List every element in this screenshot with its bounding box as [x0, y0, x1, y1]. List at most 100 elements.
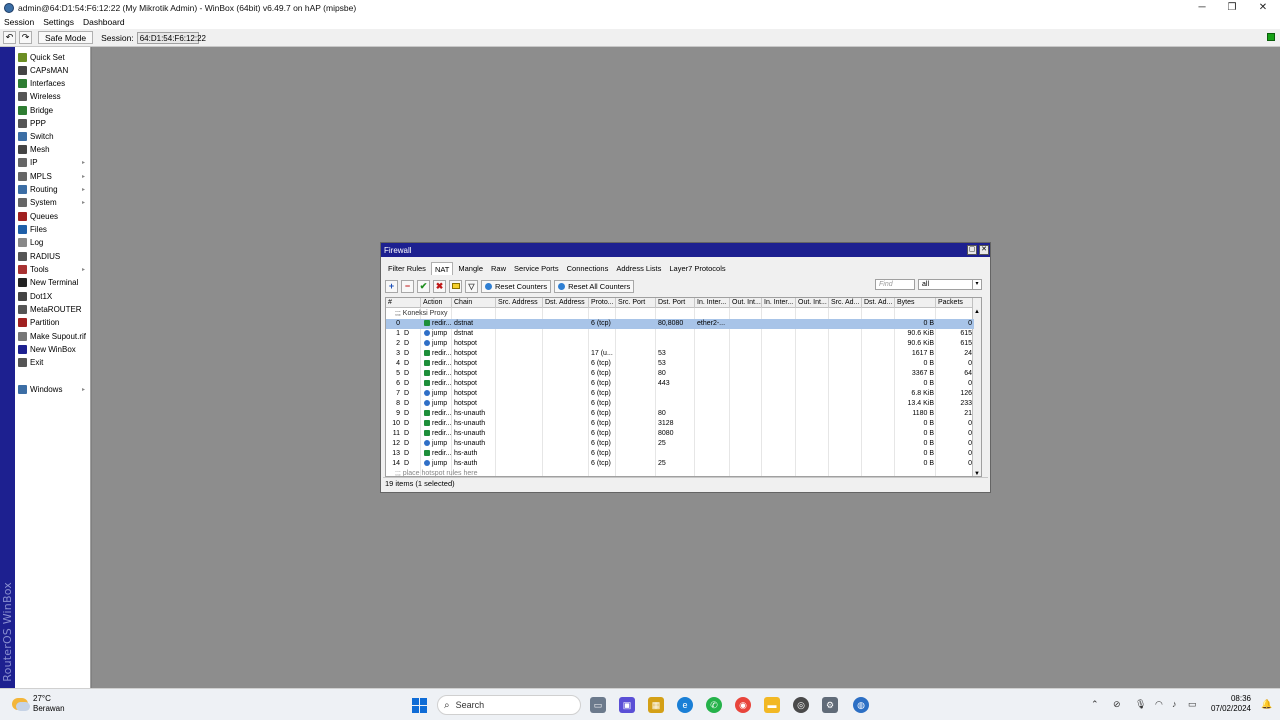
sidebar-item-quick-set[interactable]: Quick Set [15, 51, 91, 64]
sidebar-item-new-terminal[interactable]: New Terminal [15, 276, 91, 289]
add-button[interactable]: + [385, 279, 398, 293]
steam-icon[interactable]: ◎ [793, 697, 809, 713]
sidebar-item-interfaces[interactable]: Interfaces [15, 77, 91, 90]
table-row[interactable]: 10 Dredir... hs-unauth 6 (tcp) 3128 0 B 0 [386, 419, 974, 429]
tab-raw[interactable]: Raw [488, 262, 509, 275]
microphone-icon[interactable]: 🎙 [1135, 699, 1146, 710]
reset-counters-button[interactable]: Reset Counters [481, 279, 552, 293]
sidebar-item-partition[interactable]: Partition [15, 316, 91, 329]
column-header[interactable]: In. Inter... [695, 298, 730, 308]
column-header[interactable]: Out. Int... [796, 298, 829, 308]
tab-layer7-protocols[interactable]: Layer7 Protocols [666, 262, 728, 275]
sidebar-item-new-winbox[interactable]: New WinBox [15, 343, 91, 356]
tab-filter-rules[interactable]: Filter Rules [385, 262, 429, 275]
enable-button[interactable]: ✔ [417, 279, 430, 293]
menu-dashboard[interactable]: Dashboard [83, 17, 125, 27]
table-row[interactable]: 13 Dredir... hs-auth 6 (tcp) 0 B 0 [386, 449, 974, 459]
sidebar-item-wireless[interactable]: Wireless [15, 90, 91, 103]
tab-nat[interactable]: NAT [430, 262, 454, 275]
sidebar-item-radius[interactable]: RADIUS [15, 250, 91, 263]
minimize-button[interactable]: ─ [1187, 0, 1217, 15]
sidebar-item-log[interactable]: Log [15, 236, 91, 249]
column-header[interactable]: Src. Ad... [829, 298, 862, 308]
sidebar-item-make-supout-rif[interactable]: Make Supout.rif [15, 330, 91, 343]
firewall-titlebar[interactable]: Firewall ▢ ✕ [381, 243, 990, 257]
menu-settings[interactable]: Settings [43, 17, 74, 27]
taskbar-search[interactable]: ⌕ Search [437, 695, 581, 715]
tray-overflow-chevron-icon[interactable]: ⌃ [1091, 699, 1099, 710]
task-view-icon[interactable]: ▭ [590, 697, 606, 713]
sidebar-item-bridge[interactable]: Bridge [15, 104, 91, 117]
rule-comment-row[interactable]: ;;; place hotspot rules here [386, 469, 974, 476]
weather-widget[interactable]: 27°C Berawan [12, 694, 65, 714]
scroll-up-icon[interactable]: ▲ [974, 309, 980, 315]
column-header[interactable]: Src. Address [496, 298, 543, 308]
whatsapp-icon[interactable]: ✆ [706, 697, 722, 713]
tab-connections[interactable]: Connections [564, 262, 612, 275]
file-explorer-icon[interactable]: ▬ [764, 697, 780, 713]
firewall-close-button[interactable]: ✕ [979, 245, 989, 255]
column-header[interactable]: # [386, 298, 421, 308]
chrome-icon[interactable]: ◉ [735, 697, 751, 713]
comment-button[interactable] [449, 279, 462, 293]
column-header[interactable]: Out. Int... [730, 298, 762, 308]
settings-gear-icon[interactable]: ⚙ [822, 697, 838, 713]
table-row[interactable]: 14 Djump hs-auth 6 (tcp) 25 0 B 0 [386, 459, 974, 469]
sidebar-item-capsman[interactable]: CAPsMAN [15, 64, 91, 77]
session-field[interactable]: 64:D1:54:F6:12:22 [136, 31, 206, 44]
reset-all-counters-button[interactable]: Reset All Counters [554, 279, 635, 293]
sidebar-item-ppp[interactable]: PPP [15, 117, 91, 130]
network-off-icon[interactable]: ⊘ [1113, 699, 1121, 710]
table-row[interactable]: 11 Dredir... hs-unauth 6 (tcp) 8080 0 B 0 [386, 429, 974, 439]
column-header[interactable]: Packets [936, 298, 974, 308]
menu-session[interactable]: Session [4, 17, 34, 27]
sidebar-item-routing[interactable]: Routing ▸ [15, 183, 91, 196]
table-row[interactable]: 2 Djump hotspot 90.6 KiB 615 [386, 339, 974, 349]
volume-icon[interactable]: ♪ [1172, 699, 1177, 709]
filter-button[interactable]: ▽ [465, 279, 478, 293]
find-input[interactable]: Find [875, 279, 915, 290]
table-row[interactable]: 7 Djump hotspot 6 (tcp) 6.8 KiB 126 [386, 389, 974, 399]
tab-service-ports[interactable]: Service Ports [511, 262, 562, 275]
column-header[interactable]: Src. Port [616, 298, 656, 308]
undo-button[interactable]: ↶ [3, 31, 16, 44]
sidebar-item-mesh[interactable]: Mesh [15, 143, 91, 156]
wifi-icon[interactable]: ◠ [1155, 699, 1163, 710]
column-header[interactable]: Proto... [589, 298, 616, 308]
safe-mode-button[interactable]: Safe Mode [38, 31, 94, 44]
close-button[interactable]: ✕ [1248, 0, 1278, 15]
disable-button[interactable]: ✖ [433, 279, 446, 293]
firewall-maximize-button[interactable]: ▢ [967, 245, 977, 255]
table-row[interactable]: 12 Djump hs-unauth 6 (tcp) 25 0 B 0 [386, 439, 974, 449]
sidebar-item-system[interactable]: System ▸ [15, 196, 91, 209]
column-header[interactable]: Dst. Ad... [862, 298, 895, 308]
sidebar-item-switch[interactable]: Switch [15, 130, 91, 143]
column-header[interactable]: Action [421, 298, 452, 308]
tab-address-lists[interactable]: Address Lists [613, 262, 664, 275]
sidebar-item-exit[interactable]: Exit [15, 356, 91, 369]
edge-browser-icon[interactable]: e [677, 697, 693, 713]
sidebar-item-queues[interactable]: Queues [15, 210, 91, 223]
sidebar-item-windows[interactable]: Windows ▸ [15, 383, 91, 396]
table-row[interactable]: 5 Dredir... hotspot 6 (tcp) 80 3367 B 64 [386, 369, 974, 379]
sidebar-item-ip[interactable]: IP ▸ [15, 156, 91, 169]
column-header[interactable]: Dst. Address [543, 298, 589, 308]
table-row[interactable]: 9 Dredir... hs-unauth 6 (tcp) 80 1180 B 21 [386, 409, 974, 419]
sidebar-item-files[interactable]: Files [15, 223, 91, 236]
table-row[interactable]: 0 redir... dstnat 6 (tcp) 80,8080 ether2-... 0… [386, 319, 974, 329]
redo-button[interactable]: ↷ [19, 31, 32, 44]
sidebar-item-dot1x[interactable]: Dot1X [15, 290, 91, 303]
sidebar-item-mpls[interactable]: MPLS ▸ [15, 170, 91, 183]
column-header[interactable]: Chain [452, 298, 496, 308]
store-icon[interactable]: ▦ [648, 697, 664, 713]
table-row[interactable]: 8 Djump hotspot 6 (tcp) 13.4 KiB 233 [386, 399, 974, 409]
column-header[interactable]: In. Inter... [762, 298, 796, 308]
start-button[interactable] [411, 697, 427, 713]
table-row[interactable]: 3 Dredir... hotspot 17 (u... 53 1617 B 24 [386, 349, 974, 359]
notification-bell-icon[interactable]: 🔔 [1261, 699, 1272, 710]
sidebar-item-metarouter[interactable]: MetaROUTER [15, 303, 91, 316]
remove-button[interactable]: − [401, 279, 414, 293]
table-row[interactable]: 4 Dredir... hotspot 6 (tcp) 53 0 B 0 [386, 359, 974, 369]
column-header[interactable]: Bytes [895, 298, 936, 308]
winbox-taskbar-icon[interactable]: ◍ [853, 697, 869, 713]
